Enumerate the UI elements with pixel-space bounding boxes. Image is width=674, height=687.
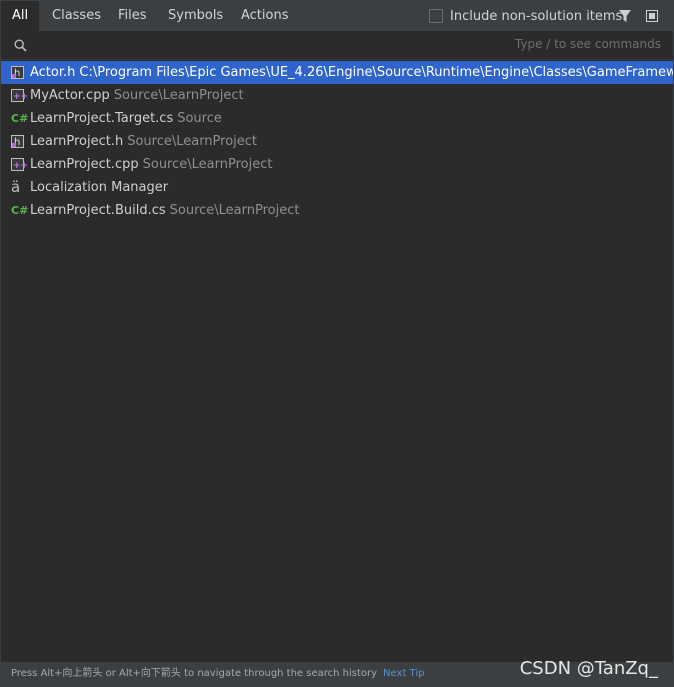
result-item-build-cs[interactable]: C# LearnProject.Build.cs Source\LearnProj…: [1, 199, 673, 222]
result-name: LearnProject.Target.cs: [30, 111, 174, 126]
tab-actions[interactable]: Actions: [230, 1, 300, 31]
result-path: Source\LearnProject: [127, 134, 258, 149]
cpp-file-icon: [11, 86, 28, 107]
tab-symbols[interactable]: Symbols: [157, 1, 234, 31]
result-item-learnproject-cpp[interactable]: LearnProject.cppSource\LearnProject: [1, 153, 673, 176]
csharp-file-icon: C#: [11, 204, 29, 217]
result-name: LearnProject.Build.cs: [30, 203, 166, 218]
result-item-target-cs[interactable]: C# LearnProject.Target.cs Source: [1, 107, 673, 130]
result-path: C:\Program Files\Epic Games\UE_4.26\Engi…: [79, 65, 673, 80]
result-name: LearnProject.h: [30, 134, 124, 149]
result-path: Source\LearnProject: [113, 88, 244, 103]
csharp-file-icon: C#: [11, 112, 29, 125]
filter-icon[interactable]: [618, 9, 632, 23]
search-row: Type / to see commands: [1, 31, 673, 60]
include-non-solution-label: Include non-solution items: [450, 8, 623, 24]
cpp-file-icon: [11, 155, 28, 176]
include-non-solution-option[interactable]: Include non-solution items: [429, 8, 622, 24]
result-path: Source\LearnProject: [169, 203, 300, 218]
search-input[interactable]: [37, 35, 511, 57]
search-everywhere-popup: All Classes Files Symbols Actions Includ…: [0, 0, 674, 687]
search-icon: [14, 39, 27, 52]
result-name: LearnProject.cpp: [30, 157, 139, 172]
tab-bar: All Classes Files Symbols Actions Includ…: [1, 1, 673, 31]
result-item-actor-h[interactable]: Actor.hC:\Program Files\Epic Games\UE_4.…: [1, 61, 673, 84]
result-item-myactor-cpp[interactable]: MyActor.cppSource\LearnProject: [1, 84, 673, 107]
results-list: Actor.hC:\Program Files\Epic Games\UE_4.…: [1, 61, 673, 222]
watermark: CSDN @TanZq_: [519, 658, 658, 679]
result-name: Localization Manager: [30, 180, 169, 195]
footer-hint: Press Alt+向上箭头 or Alt+向下箭头 to navigate t…: [11, 668, 378, 679]
next-tip-link[interactable]: Next Tip: [383, 668, 424, 679]
header-file-icon: [11, 62, 24, 84]
tab-all[interactable]: All: [1, 1, 40, 31]
result-path: Source\LearnProject: [142, 157, 273, 172]
tab-files[interactable]: Files: [107, 1, 158, 31]
result-item-localization-manager[interactable]: ä Localization Manager: [1, 176, 673, 199]
result-name: MyActor.cpp: [30, 88, 110, 103]
header-file-icon: [11, 131, 24, 153]
result-item-learnproject-h[interactable]: LearnProject.hSource\LearnProject: [1, 130, 673, 153]
pin-window-icon[interactable]: [646, 10, 658, 22]
localization-icon: ä: [11, 178, 21, 196]
search-hint: Type / to see commands: [514, 37, 661, 51]
result-path: Source: [177, 111, 222, 126]
tab-classes[interactable]: Classes: [41, 1, 112, 31]
result-name: Actor.h: [30, 65, 76, 80]
include-non-solution-checkbox[interactable]: [429, 9, 443, 23]
